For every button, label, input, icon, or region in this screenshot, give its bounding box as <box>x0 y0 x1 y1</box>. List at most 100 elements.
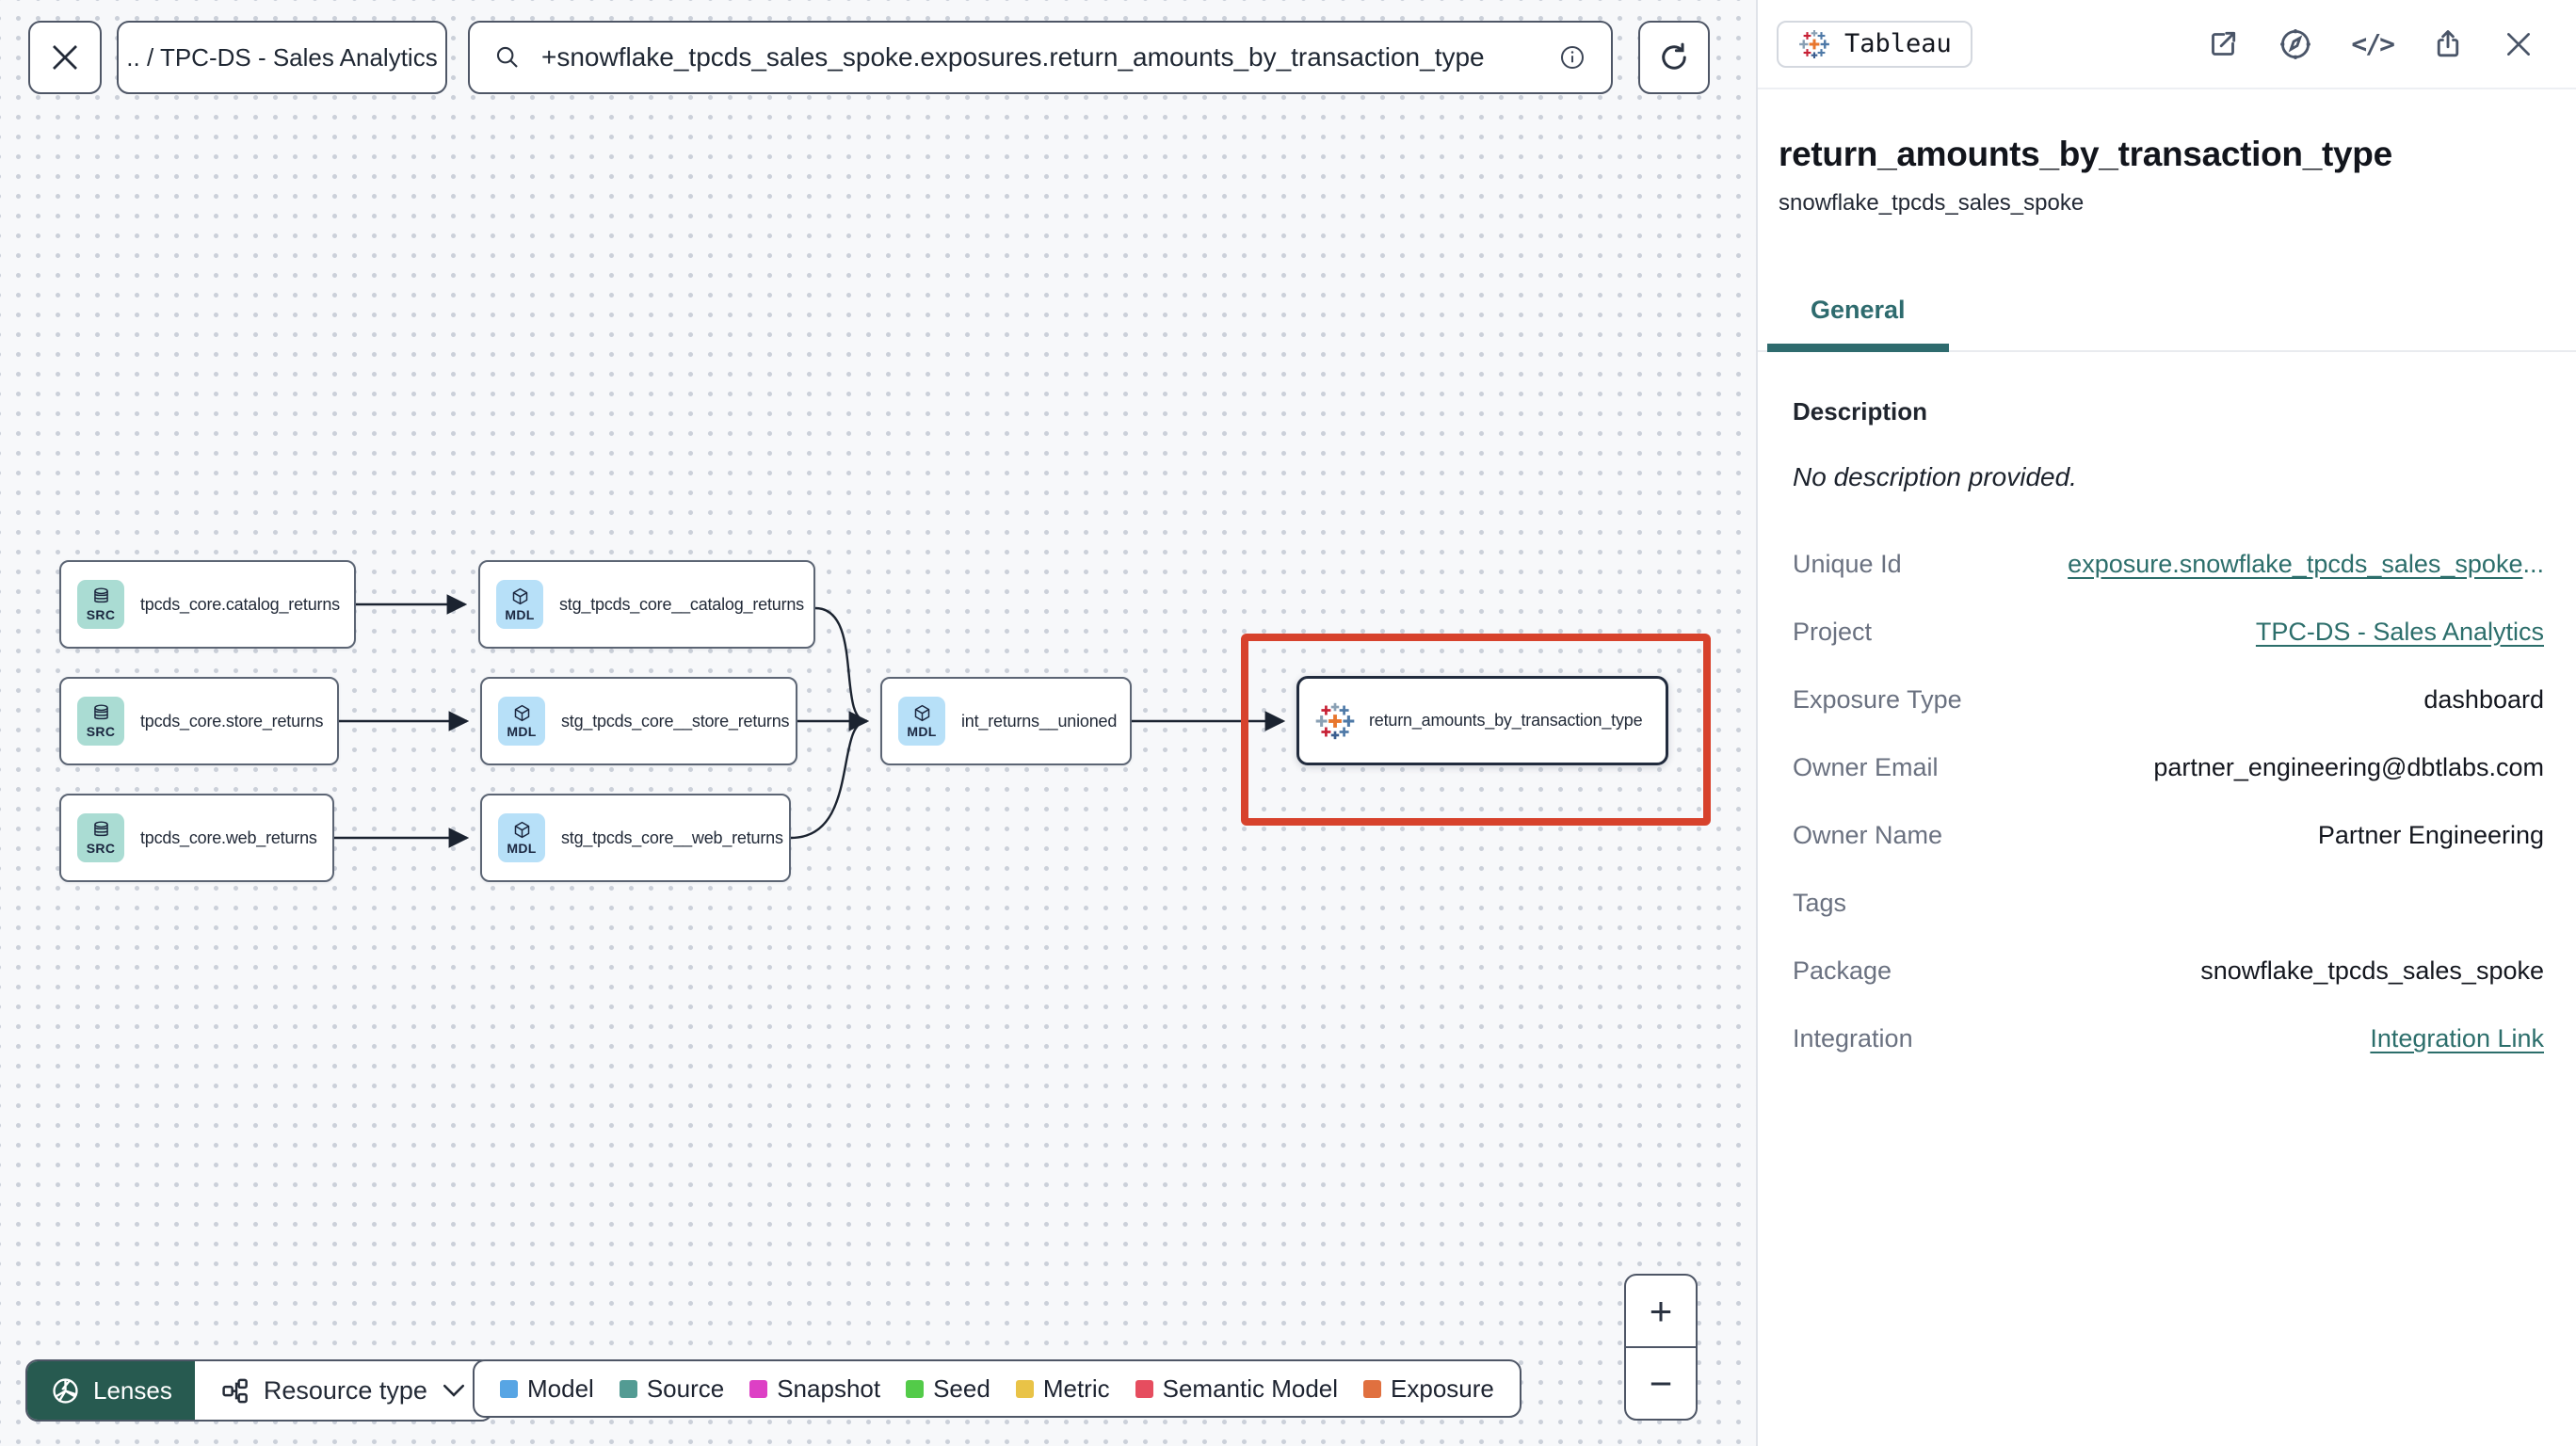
external-link-icon[interactable] <box>2206 27 2240 61</box>
zoom-control: + − <box>1624 1274 1698 1421</box>
model-chip: MDL <box>498 697 545 746</box>
database-icon <box>93 587 108 603</box>
node-label: tpcds_core.catalog_returns <box>140 594 340 614</box>
project-link[interactable]: TPC-DS - Sales Analytics <box>2256 618 2544 646</box>
lineage-node-stg-web-returns[interactable]: MDL stg_tpcds_core__web_returns <box>480 794 791 882</box>
close-icon <box>53 45 77 70</box>
model-chip: MDL <box>496 580 543 629</box>
model-swatch <box>500 1379 518 1398</box>
source-chip: SRC <box>77 580 124 629</box>
dbt-explorer-lineage-app: .. / TPC-DS - Sales Analytics SRC tpcds_… <box>0 0 2576 1446</box>
node-label: stg_tpcds_core__web_returns <box>561 827 783 847</box>
source-chip: SRC <box>77 813 124 862</box>
aperture-icon <box>50 1375 81 1406</box>
refresh-lineage-button[interactable] <box>1638 21 1710 94</box>
exposure-swatch <box>1363 1379 1382 1398</box>
legend-item-seed: Seed <box>906 1374 990 1404</box>
panel-tabs: General <box>1758 296 2576 352</box>
snapshot-swatch <box>749 1379 768 1398</box>
description-heading: Description <box>1793 397 1928 426</box>
page-title: return_amounts_by_transaction_type <box>1779 135 2392 173</box>
legend-item-metric: Metric <box>1015 1374 1110 1404</box>
legend-item-snapshot: Snapshot <box>749 1374 880 1404</box>
lineage-node-stg-store-returns[interactable]: MDL stg_tpcds_core__store_returns <box>480 677 797 765</box>
node-label: tpcds_core.web_returns <box>140 827 317 847</box>
close-panel-icon[interactable] <box>2503 28 2535 60</box>
node-label: stg_tpcds_core__store_returns <box>561 711 790 731</box>
resource-type-dropdown[interactable]: Resource type <box>194 1361 491 1420</box>
tableau-badge[interactable]: Tableau <box>1777 20 1972 68</box>
chip-label: SRC <box>86 841 116 856</box>
chip-label: MDL <box>907 724 937 739</box>
cube-icon <box>514 821 529 839</box>
field-integration: Integration Integration Link <box>1793 1023 2544 1052</box>
metadata-fields: Unique Id exposure.snowflake_tpcds_sales… <box>1793 530 2544 1072</box>
lineage-search[interactable] <box>468 21 1613 94</box>
integration-link[interactable]: Integration Link <box>2370 1024 2544 1052</box>
lineage-canvas[interactable]: .. / TPC-DS - Sales Analytics SRC tpcds_… <box>0 0 1756 1446</box>
node-label: tpcds_core.store_returns <box>140 711 324 731</box>
lineage-node-source-web-returns[interactable]: SRC tpcds_core.web_returns <box>59 794 334 882</box>
lenses-toolbar: Lenses Resource type <box>25 1359 493 1422</box>
field-owner-email: Owner Email partner_engineering@dbtlabs.… <box>1793 752 2544 781</box>
code-icon[interactable]: </> <box>2351 28 2395 59</box>
zoom-out-button[interactable]: − <box>1626 1348 1696 1419</box>
unique-id-link[interactable]: exposure.snowflake_tpcds_sales_spoke <box>2068 550 2522 578</box>
chevron-down-icon <box>442 1383 466 1398</box>
chip-label: SRC <box>86 724 116 739</box>
chip-label: SRC <box>86 607 116 622</box>
details-panel: Tableau </> return_amounts_by_transactio… <box>1756 0 2576 1446</box>
lenses-button[interactable]: Lenses <box>27 1361 195 1420</box>
details-panel-header: Tableau </> <box>1758 0 2576 89</box>
semantic-model-swatch <box>1135 1379 1153 1398</box>
field-tags: Tags <box>1793 888 1847 917</box>
node-label: int_returns__unioned <box>961 711 1118 731</box>
node-label: stg_tpcds_core__catalog_returns <box>559 594 804 614</box>
chip-label: MDL <box>507 841 537 856</box>
explore-compass-icon[interactable] <box>2278 26 2313 62</box>
tableau-logo-icon <box>1315 702 1355 739</box>
lineage-node-source-catalog-returns[interactable]: SRC tpcds_core.catalog_returns <box>59 560 356 649</box>
source-swatch <box>619 1379 637 1398</box>
zoom-in-button[interactable]: + <box>1626 1276 1696 1348</box>
tableau-badge-label: Tableau <box>1844 29 1952 58</box>
chip-label: MDL <box>505 607 535 622</box>
field-owner-name: Owner Name Partner Engineering <box>1793 820 2544 849</box>
description-text: No description provided. <box>1793 462 2077 491</box>
metric-swatch <box>1015 1379 1034 1398</box>
panel-actions: </> <box>2206 26 2535 62</box>
info-icon[interactable] <box>1558 43 1586 72</box>
lineage-node-exposure-selected[interactable]: return_amounts_by_transaction_type <box>1296 676 1668 765</box>
package-subtitle: snowflake_tpcds_sales_spoke <box>1779 190 2085 216</box>
source-chip: SRC <box>77 697 124 746</box>
resource-type-label: Resource type <box>263 1375 427 1405</box>
field-unique-id: Unique Id exposure.snowflake_tpcds_sales… <box>1793 549 2544 578</box>
field-package: Package snowflake_tpcds_sales_spoke <box>1793 956 2544 985</box>
close-lineage-button[interactable] <box>28 21 102 94</box>
share-icon[interactable] <box>2431 27 2465 61</box>
breadcrumb[interactable]: .. / TPC-DS - Sales Analytics <box>117 21 447 94</box>
field-project: Project TPC-DS - Sales Analytics <box>1793 617 2544 646</box>
legend-item-source: Source <box>619 1374 724 1404</box>
breadcrumb-label: .. / TPC-DS - Sales Analytics <box>126 42 438 72</box>
lineage-node-source-store-returns[interactable]: SRC tpcds_core.store_returns <box>59 677 339 765</box>
cube-icon <box>512 587 527 605</box>
lineage-node-int-returns-unioned[interactable]: MDL int_returns__unioned <box>880 677 1132 765</box>
resource-legend: Model Source Snapshot Seed Metric Semant… <box>473 1359 1521 1418</box>
resource-type-icon <box>220 1376 250 1406</box>
node-label: return_amounts_by_transaction_type <box>1369 711 1643 730</box>
model-chip: MDL <box>498 813 545 862</box>
seed-swatch <box>906 1379 925 1398</box>
refresh-icon <box>1662 42 1686 70</box>
search-input[interactable] <box>541 42 1538 72</box>
tab-general[interactable]: General <box>1767 296 1949 352</box>
chip-label: MDL <box>507 724 537 739</box>
general-tab-content: Description No description provided. Uni… <box>1793 397 2544 1072</box>
cube-icon <box>514 704 529 722</box>
legend-item-semantic-model: Semantic Model <box>1135 1374 1338 1404</box>
lineage-node-stg-catalog-returns[interactable]: MDL stg_tpcds_core__catalog_returns <box>478 560 815 649</box>
database-icon <box>93 821 108 837</box>
model-chip: MDL <box>898 697 945 746</box>
lenses-label: Lenses <box>93 1375 172 1405</box>
legend-item-model: Model <box>500 1374 594 1404</box>
